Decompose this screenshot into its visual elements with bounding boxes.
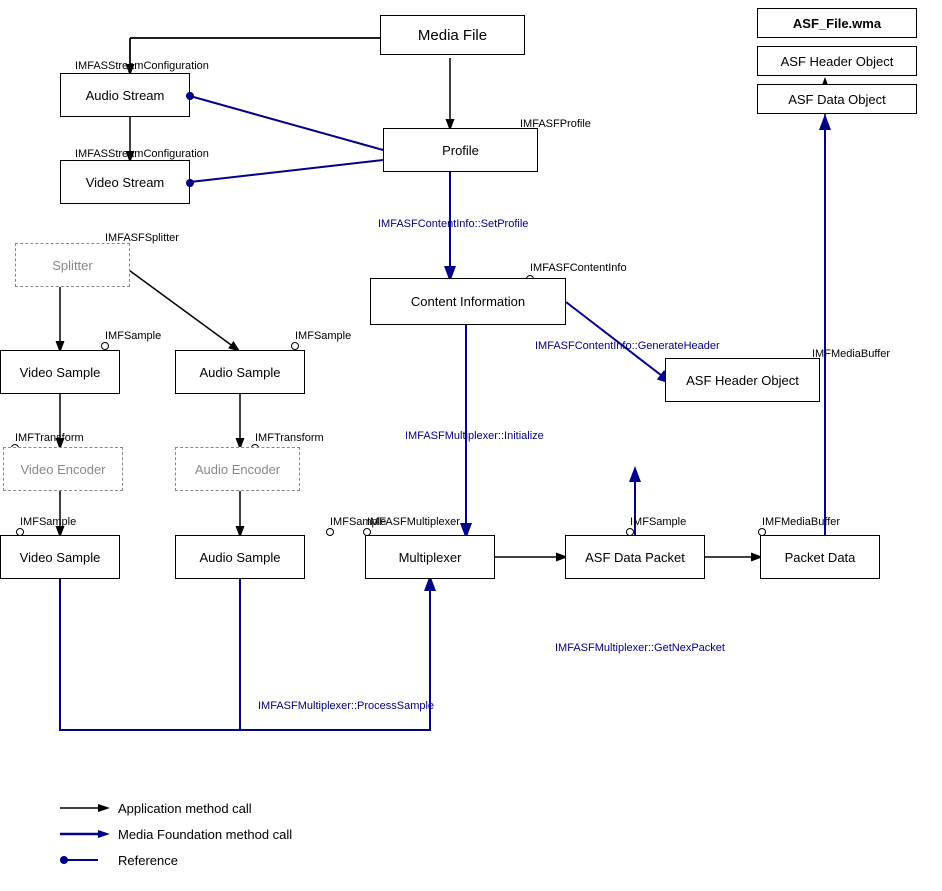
asf-header-obj-box: ASF Header Object (665, 358, 820, 402)
audio-stream-box: Audio Stream (60, 73, 190, 117)
audio-stream-ref-circle (186, 92, 194, 100)
asf-data-obj: ASF Data Object (757, 84, 917, 114)
label-imf-transform1: IMFTransform (15, 432, 84, 444)
audio-sample2-box: Audio Sample (175, 535, 305, 579)
label-imf-sample3: IMFSample (20, 516, 76, 528)
video-stream-ref-circle (186, 179, 194, 187)
video-sample1-box: Video Sample (0, 350, 120, 394)
imf-sample2-circle (291, 342, 299, 350)
multiplexer-box: Multiplexer (365, 535, 495, 579)
label-imf-sample2: IMFSample (295, 330, 351, 342)
asf-file-label: ASF_File.wma (757, 8, 917, 38)
legend: Application method call Media Foundation… (60, 800, 292, 868)
label-imf-transform2: IMFTransform (255, 432, 324, 444)
label-generateheader: IMFASFContentInfo::GenerateHeader (535, 340, 720, 352)
legend-app-method: Application method call (118, 801, 252, 816)
video-stream-box: Video Stream (60, 160, 190, 204)
audio-sample1-box: Audio Sample (175, 350, 305, 394)
audio-encoder-box: Audio Encoder (175, 447, 300, 491)
video-encoder-box: Video Encoder (3, 447, 123, 491)
label-processsample: IMFASFMultiplexer::ProcessSample (258, 700, 434, 712)
label-getnexpacket: IMFASFMultiplexer::GetNexPacket (555, 642, 725, 654)
label-imfas-stream-config1: IMFASStreamConfiguration (75, 60, 209, 72)
label-imfasf-content-info: IMFASFContentInfo (530, 262, 627, 274)
label-imf-media-buffer1: IMFMediaBuffer (812, 348, 890, 360)
profile-box: Profile (383, 128, 538, 172)
asf-data-packet-box: ASF Data Packet (565, 535, 705, 579)
content-info-box: Content Information (370, 278, 566, 325)
label-setprofile: IMFASFContentInfo::SetProfile (378, 218, 528, 230)
label-mux-initialize: IMFASFMultiplexer::Initialize (405, 430, 544, 442)
label-imf-sample5: IMFSample (630, 516, 686, 528)
label-imf-sample1: IMFSample (105, 330, 161, 342)
splitter-box: Splitter (15, 243, 130, 287)
label-imf-media-buffer2: IMFMediaBuffer (762, 516, 840, 528)
packet-data-box: Packet Data (760, 535, 880, 579)
label-imfasf-multiplexer: IMFASFMultiplexer (367, 516, 460, 528)
video-sample2-box: Video Sample (0, 535, 120, 579)
label-imfas-stream-config2: IMFASStreamConfiguration (75, 148, 209, 160)
imf-sample1-circle (101, 342, 109, 350)
legend-mf-method: Media Foundation method call (118, 827, 292, 842)
legend-reference: Reference (118, 853, 178, 868)
asf-header-obj2: ASF Header Object (757, 46, 917, 76)
imf-sample4-circle (326, 528, 334, 536)
diagram-container: ASF_File.wma ASF Header Object ASF Data … (0, 0, 942, 891)
media-file-box: Media File (380, 15, 525, 55)
